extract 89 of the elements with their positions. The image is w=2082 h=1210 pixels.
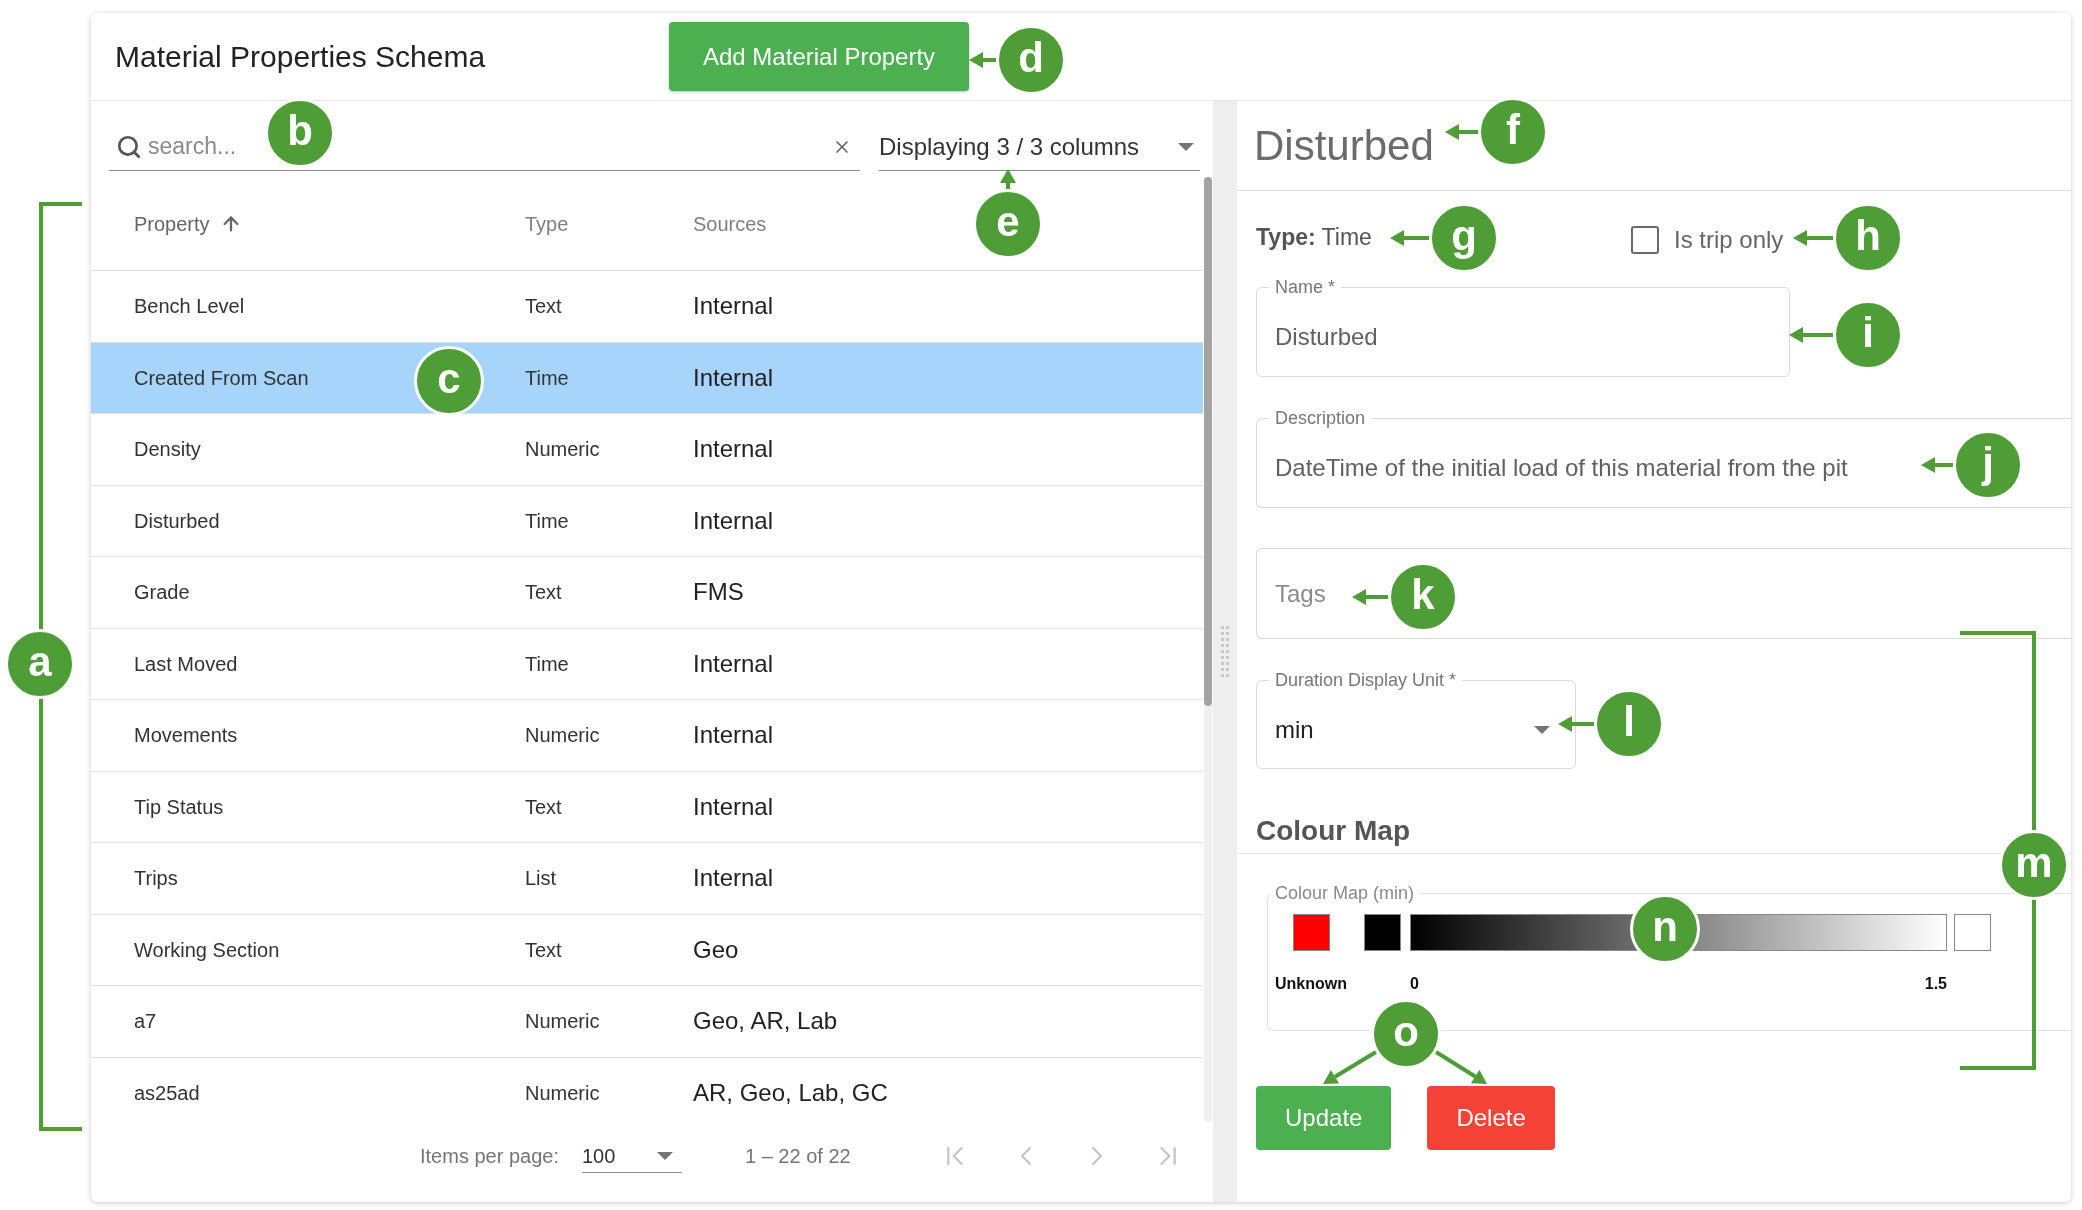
search-icon [116,133,142,160]
field-label: Duration Display Unit * [1274,670,1458,691]
table-row[interactable]: Density Numeric Internal [91,414,1203,486]
column-header[interactable]: Type [525,208,569,239]
checkbox[interactable] [1631,226,1659,254]
table-cell-text: Movements [134,723,238,749]
callout-arrow [1352,589,1388,605]
scrollbar[interactable] [1204,177,1212,1122]
callout-arrow [969,52,996,68]
column-header[interactable]: Sources [693,208,767,239]
table-cell-text: Internal [693,720,774,751]
callout-arrow [1789,327,1833,343]
table-cell-text: Geo, AR, Lab [693,1006,838,1037]
colour-swatch[interactable] [1292,914,1330,951]
table-row[interactable]: Movements Numeric Internal [91,700,1203,772]
page-range: 1 – 22 of 22 [745,1145,851,1167]
table-cell-text: Created From Scan [134,365,309,391]
callout-arrow [1921,457,1953,473]
table-cell-text: Text [525,937,562,963]
table-cell-text: AR, Geo, Lab, GC [693,1078,888,1109]
table-row[interactable]: Grade Text FMS [91,557,1203,629]
colour-swatch[interactable] [1364,914,1401,951]
callout-arrow [1390,230,1429,246]
table-row[interactable]: a7 Numeric Geo, AR, Lab [91,986,1203,1058]
callout-arrow [1434,1050,1487,1084]
table-cell-text: Disturbed [134,508,220,534]
table-cell-text: Internal [693,863,774,894]
table-cell-text: Tip Status [134,794,224,820]
table-cell-text: Internal [693,505,774,536]
table-cell-text: as25ad [134,1081,200,1107]
table-cell-text: a7 [134,1009,157,1035]
scale-label: 0 [1410,974,1419,994]
swatch-label: Unknown [1275,974,1347,994]
detail-title: Disturbed [1254,121,1434,171]
table-cell-text: Time [525,365,569,391]
colour-swatch[interactable] [1954,914,1991,951]
delete-button[interactable]: Delete [1427,1086,1555,1150]
table-cell-text: Density [134,437,201,463]
checkbox-label[interactable]: Is trip only [1674,222,1784,258]
table-cell-text: Time [525,508,569,534]
annotation-marker: a [5,629,75,699]
table-cell-text: Internal [693,434,774,465]
table-cell-text: Grade [134,580,190,606]
column-select[interactable]: Displaying 3 / 3 columns [879,123,1200,171]
table-cell-text: Text [525,580,562,606]
caret-icon [1178,142,1194,151]
type-text: Type: Time [1256,223,1372,250]
table-cell-text: Trips [134,866,178,892]
table-cell-text: Numeric [525,437,600,463]
table-cell-text: Working Section [134,937,280,963]
callout-arrow [1793,230,1833,246]
table-cell-text: Time [525,651,569,677]
table-cell-text: Numeric [525,1081,600,1107]
field-label: Name * [1274,277,1337,298]
table-row[interactable]: Bench Level Text Internal [91,271,1203,343]
section-heading: Colour Map [1256,815,1410,847]
table-cell-text: Numeric [525,723,600,749]
items-per-page-label: Items per page: [420,1145,559,1167]
table-row[interactable]: Disturbed Time Internal [91,485,1203,557]
drag-handle-icon[interactable] [1221,625,1229,678]
table-row[interactable]: Tip Status Text Internal [91,771,1203,843]
table-cell-text: Last Moved [134,651,238,677]
callout-arrow [1558,716,1594,732]
table-row[interactable]: Working Section Text Geo [91,914,1203,986]
name-field[interactable]: Name * Disturbed [1256,277,1790,377]
table-row[interactable]: Trips List Internal [91,843,1203,915]
caret-icon [657,1151,673,1160]
page-size-select[interactable]: 100 [582,1139,682,1173]
table-cell-text: Text [525,794,562,820]
table-cell-text: Text [525,294,562,320]
callout-arrow [1000,169,1016,189]
field-label: Description [1274,408,1367,429]
table-cell-text: FMS [693,577,744,608]
field-label: Colour Map (min) [1274,883,1416,904]
table-cell-text: Internal [693,291,774,322]
scale-label: 1.5 [1924,974,1947,994]
table-row[interactable]: Last Moved Time Internal [91,628,1203,700]
table-cell-text: Internal [693,362,774,393]
table-cell-text: Numeric [525,1009,600,1035]
table-cell-text: Bench Level [134,294,245,320]
callout-arrow [1445,124,1478,140]
table-cell-text: Internal [693,791,774,822]
page-title: Material Properties Schema [115,40,486,73]
table-cell-text: Geo [693,934,739,965]
table-cell-text: List [525,866,557,892]
table-cell-text: Internal [693,648,774,679]
caret-icon [1534,725,1550,734]
column-header[interactable]: Property [134,208,242,239]
callout-arrow [1323,1050,1378,1084]
